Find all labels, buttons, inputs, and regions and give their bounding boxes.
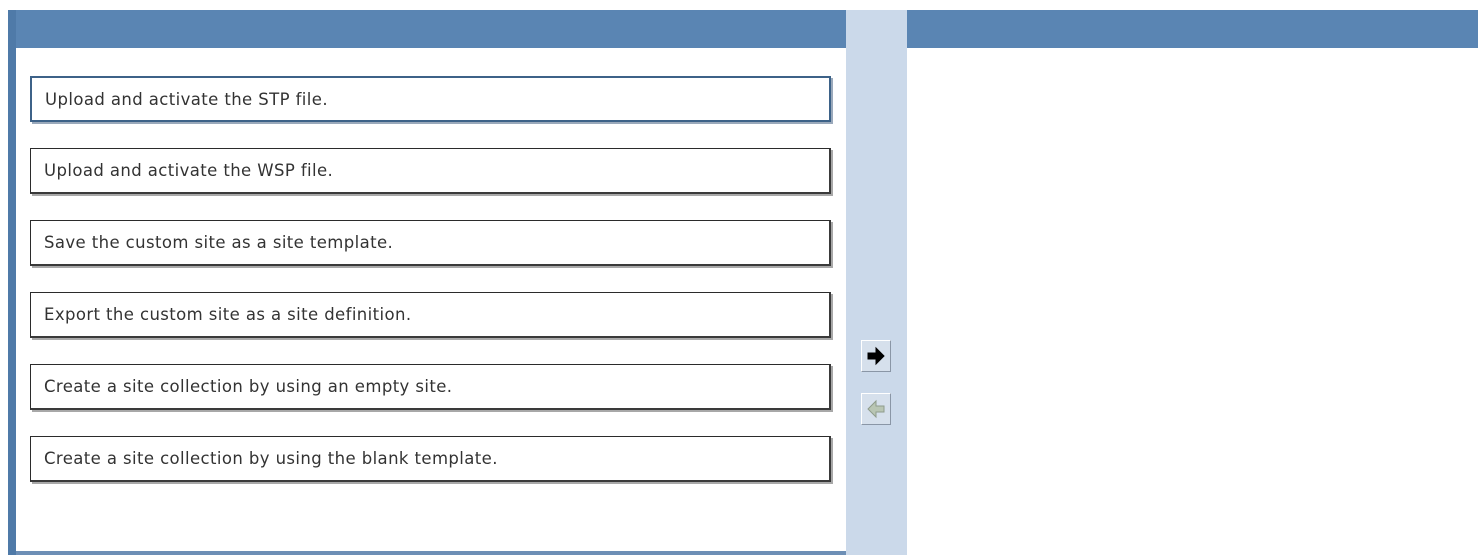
option-item[interactable]: Create a site collection by using the bl… — [30, 436, 831, 482]
option-item[interactable]: Upload and activate the WSP file. — [30, 148, 831, 194]
answer-area-panel[interactable] — [907, 10, 1478, 555]
option-item[interactable]: Upload and activate the STP file. — [30, 76, 831, 122]
arrow-right-icon — [866, 346, 886, 366]
controls-strip — [846, 10, 907, 555]
left-border — [8, 10, 16, 555]
option-label: Create a site collection by using the bl… — [44, 449, 498, 468]
option-label: Save the custom site as a site template. — [44, 233, 394, 252]
drag-drop-question: Upload and activate the STP file. Upload… — [0, 0, 1478, 555]
option-label: Upload and activate the STP file. — [45, 89, 328, 109]
answer-area-header — [907, 10, 1478, 48]
option-item[interactable]: Create a site collection by using an emp… — [30, 364, 831, 410]
bottom-border — [16, 551, 846, 555]
options-panel-header — [16, 10, 846, 48]
option-label: Upload and activate the WSP file. — [44, 161, 334, 180]
arrow-left-icon — [866, 399, 886, 419]
move-right-button[interactable] — [861, 340, 891, 372]
option-label: Create a site collection by using an emp… — [44, 377, 453, 396]
move-left-button[interactable] — [861, 393, 891, 425]
option-item[interactable]: Save the custom site as a site template. — [30, 220, 831, 266]
option-item[interactable]: Export the custom site as a site definit… — [30, 292, 831, 338]
option-label: Export the custom site as a site definit… — [44, 305, 412, 324]
